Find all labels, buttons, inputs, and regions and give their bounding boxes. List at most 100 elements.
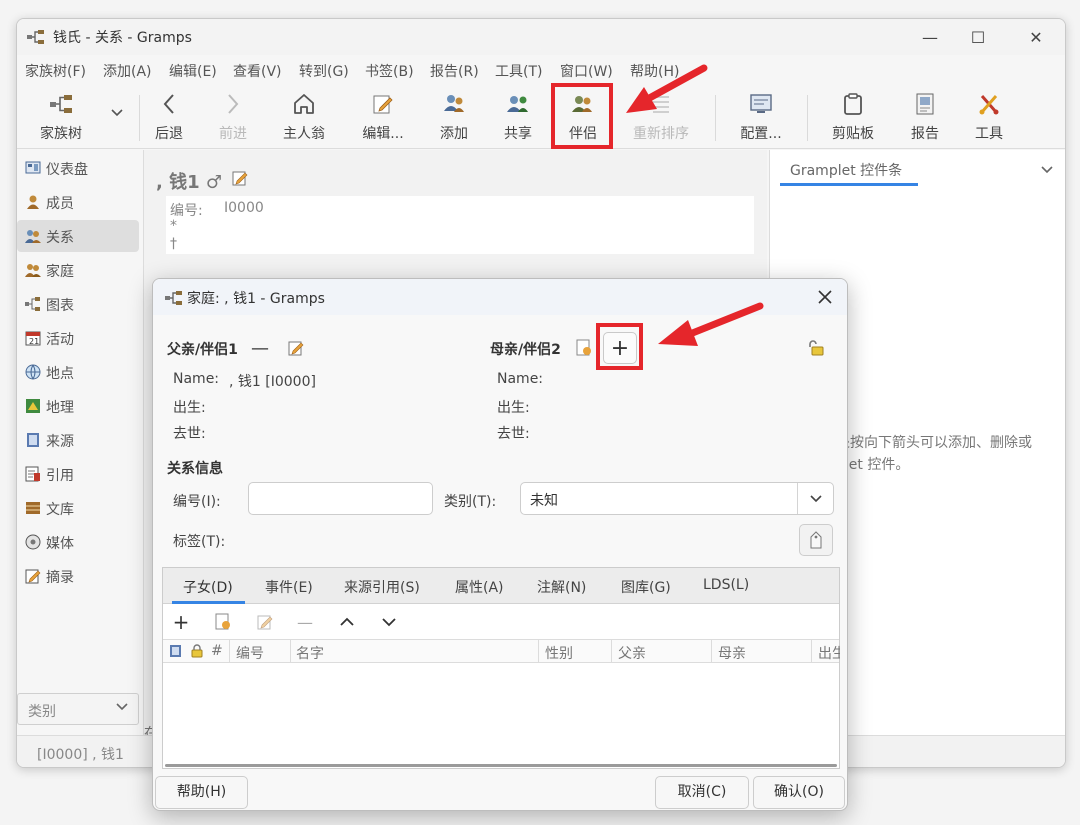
add-button[interactable]: 添加: [426, 91, 482, 147]
sidebar-item-charts[interactable]: 图表: [17, 288, 139, 320]
tab-lds[interactable]: LDS(L): [703, 577, 749, 593]
menu-reports[interactable]: 报告(R): [430, 61, 479, 81]
remove-child-button[interactable]: —: [293, 611, 317, 633]
sidebar-item-dashboard[interactable]: 仪表盘: [17, 152, 139, 184]
tools-button[interactable]: 工具: [961, 91, 1017, 147]
edit-person-icon[interactable]: [232, 170, 248, 186]
sidebar-item-sources[interactable]: 来源: [17, 424, 139, 456]
death-symbol: †: [170, 236, 177, 252]
add-family-icon: [426, 91, 482, 117]
person-id-label: 编号:: [170, 203, 203, 219]
maximize-button[interactable]: ☐: [963, 25, 993, 49]
children-toolbar: + —: [163, 605, 839, 639]
menu-tools[interactable]: 工具(T): [495, 61, 542, 81]
configure-button[interactable]: 配置...: [733, 91, 789, 147]
person-icon: [25, 194, 41, 210]
tab-events[interactable]: 事件(E): [265, 577, 313, 597]
ok-button[interactable]: 确认(O): [753, 776, 845, 809]
gramplet-menu-chevron-icon[interactable]: [1041, 166, 1053, 174]
father-birth-label: 出生:: [173, 400, 206, 416]
tab-notes[interactable]: 注解(N): [537, 577, 586, 597]
close-window-button[interactable]: ✕: [1021, 25, 1051, 49]
status-text: [I0000] , 钱1: [37, 747, 124, 763]
clipboard-button[interactable]: 剪贴板: [825, 91, 881, 147]
menu-family-trees[interactable]: 家族树(F): [25, 61, 86, 81]
tab-gallery[interactable]: 图库(G): [621, 577, 671, 597]
family-trees-button[interactable]: 家族树: [33, 91, 89, 147]
sidebar-item-events[interactable]: 21 活动: [17, 322, 139, 354]
menu-go[interactable]: 转到(G): [299, 61, 349, 81]
tab-children[interactable]: 子女(D): [183, 577, 233, 597]
help-button[interactable]: 帮助(H): [155, 776, 248, 809]
back-button[interactable]: 后退: [141, 91, 197, 147]
chevron-up-icon: [340, 617, 354, 626]
column-id[interactable]: 编号: [236, 643, 264, 663]
active-person-name[interactable]: , 钱1 ♂: [156, 168, 222, 194]
relationship-icon: [25, 228, 41, 244]
category-select[interactable]: 类别: [17, 693, 139, 725]
sidebar-item-citations[interactable]: 引用: [17, 458, 139, 490]
edit-button[interactable]: 编辑...: [355, 91, 411, 147]
menu-view[interactable]: 查看(V): [233, 61, 282, 81]
menu-bookmarks[interactable]: 书签(B): [365, 61, 414, 81]
children-table-header: # 编号 名字 性别 父亲 母亲 出生: [163, 639, 840, 663]
family-id-input[interactable]: [248, 482, 433, 515]
chart-icon: [25, 296, 41, 312]
remove-father-button[interactable]: —: [249, 337, 271, 359]
menu-add[interactable]: 添加(A): [103, 61, 152, 81]
sidebar-item-notes[interactable]: 摘录: [17, 560, 139, 592]
column-number[interactable]: #: [211, 643, 223, 659]
gramplet-tab[interactable]: Gramplet 控件条: [780, 156, 918, 186]
chevron-down-icon: [116, 703, 128, 711]
edit-father-button[interactable]: [285, 337, 307, 359]
home-person-button[interactable]: 主人翁: [276, 91, 332, 147]
sidebar-item-places[interactable]: 地点: [17, 356, 139, 388]
family-tabs: 子女(D) 事件(E) 来源引用(S) 属性(A) 注解(N) 图库(G) LD…: [162, 567, 840, 769]
mother-section-title: 母亲/伴侣2: [490, 342, 561, 358]
relationship-type-select[interactable]: 未知: [520, 482, 834, 515]
father-section-title: 父亲/伴侣1: [167, 342, 238, 358]
dashboard-icon: [25, 160, 41, 176]
family-icon: [25, 262, 41, 278]
horizontal-scrollbar[interactable]: [165, 764, 837, 767]
move-up-button[interactable]: [335, 611, 359, 633]
edit-child-button[interactable]: [253, 611, 277, 633]
annotation-arrow-add-mother: [658, 302, 764, 346]
reports-button[interactable]: 报告: [897, 91, 953, 147]
sidebar-item-repositories[interactable]: 文库: [17, 492, 139, 524]
select-mother-button[interactable]: [573, 337, 595, 359]
edit-tags-button[interactable]: [799, 524, 833, 556]
share-button[interactable]: 共享: [490, 91, 546, 147]
menu-edit[interactable]: 编辑(E): [169, 61, 217, 81]
select-person-icon: [215, 613, 230, 630]
annotation-arrow-partner: [626, 64, 708, 113]
forward-button[interactable]: 前进: [205, 91, 261, 147]
family-trees-dropdown-icon[interactable]: [111, 109, 123, 117]
sidebar-item-geography[interactable]: 地理: [17, 390, 139, 422]
column-gender[interactable]: 性别: [545, 643, 573, 663]
edit-pencil-icon: [257, 615, 273, 630]
sidebar-item-relationships[interactable]: 关系: [17, 220, 139, 252]
tab-attributes[interactable]: 属性(A): [455, 577, 504, 597]
main-toolbar: 家族树 后退 前进 主人翁 编辑... 添加 共享 伴侣 重新排序 配置... …: [17, 85, 1065, 149]
sidebar-item-families[interactable]: 家庭: [17, 254, 139, 286]
family-id-label: 编号(I):: [173, 494, 221, 510]
dialog-close-button[interactable]: [813, 285, 837, 309]
minimize-button[interactable]: —: [915, 25, 945, 49]
add-child-button[interactable]: +: [169, 610, 193, 634]
tags-label: 标签(T):: [173, 534, 226, 550]
column-mother[interactable]: 母亲: [718, 643, 746, 663]
sidebar-item-media[interactable]: 媒体: [17, 526, 139, 558]
column-name[interactable]: 名字: [296, 643, 324, 663]
edit-pencil-icon: [355, 91, 411, 117]
column-father[interactable]: 父亲: [618, 643, 646, 663]
gramps-app-icon: [165, 290, 183, 306]
sidebar-item-people[interactable]: 成员: [17, 186, 139, 218]
source-icon: [25, 432, 41, 448]
private-lock-button[interactable]: [805, 337, 827, 359]
move-down-button[interactable]: [377, 611, 401, 633]
column-birth[interactable]: 出生: [818, 643, 840, 663]
select-child-button[interactable]: [211, 611, 235, 633]
tab-source-citations[interactable]: 来源引用(S): [344, 577, 420, 597]
cancel-button[interactable]: 取消(C): [655, 776, 749, 809]
